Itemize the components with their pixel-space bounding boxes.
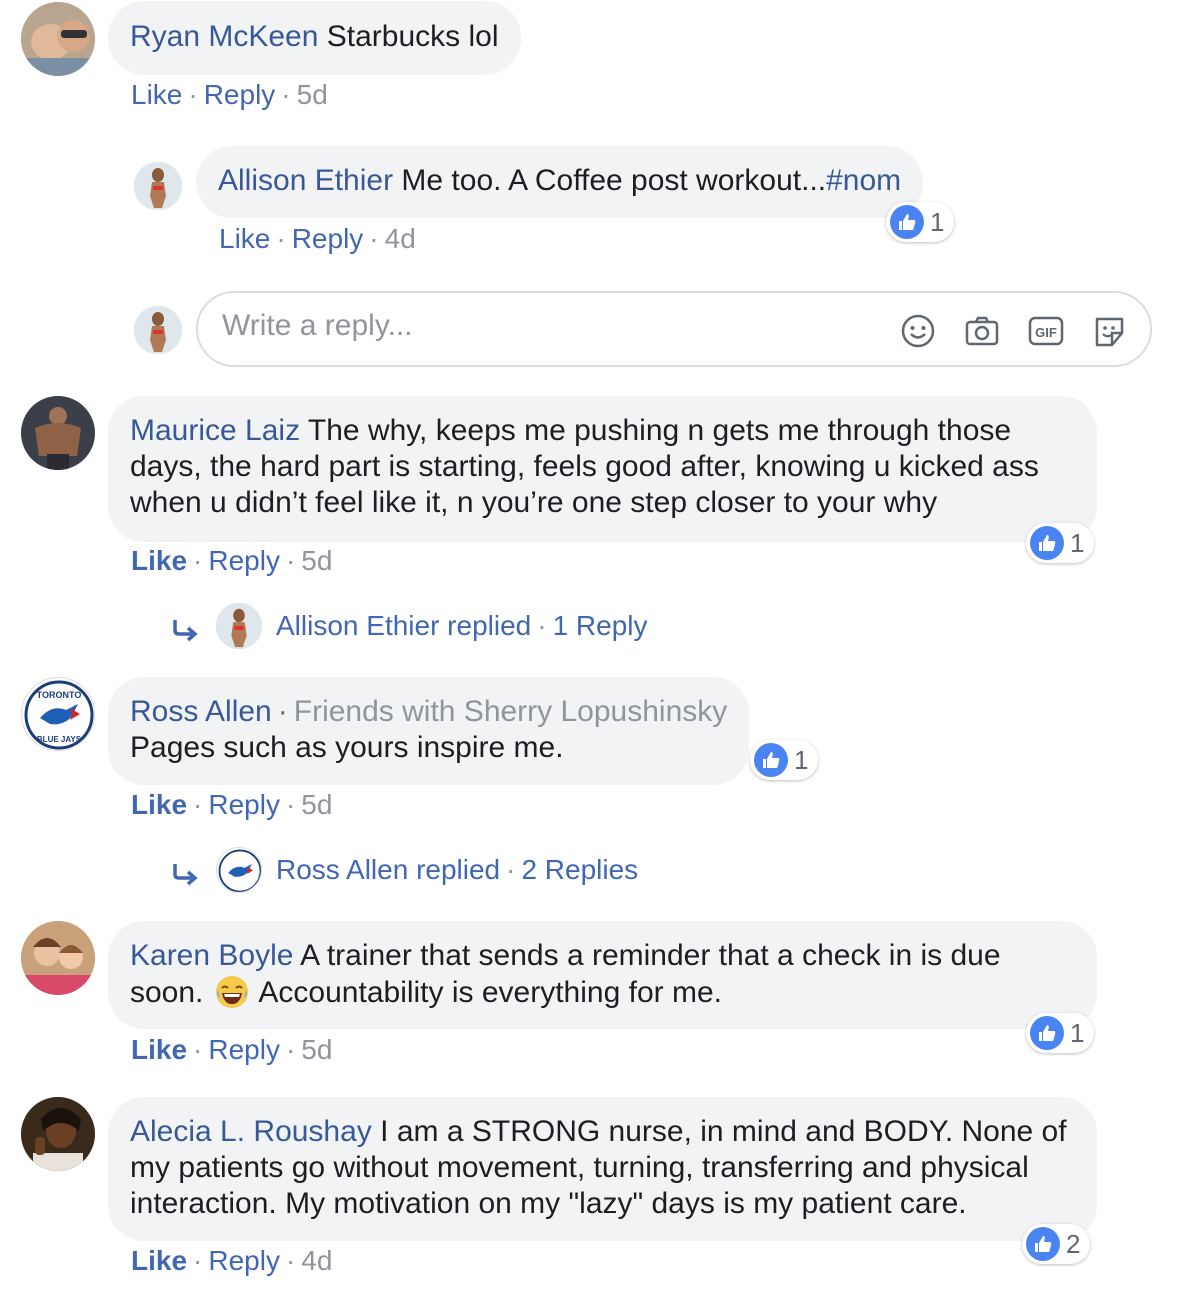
friends-with[interactable]: Friends with Sherry Lopushinsky [294,695,728,728]
thumbs-up-icon [754,743,788,777]
svg-text:BLUE JAYS: BLUE JAYS [37,735,82,744]
reaction-count[interactable]: 1 [886,202,955,242]
hashtag-link[interactable]: #nom [826,164,901,197]
comment-text-line: my patients go without movement, turning… [130,1151,1029,1184]
avatar-maurice-laiz[interactable] [21,396,95,470]
reply-link[interactable]: Reply [204,79,276,110]
reaction-number: 1 [794,744,809,775]
like-link[interactable]: Like [131,1245,187,1276]
reply-link[interactable]: Reply [208,1034,280,1065]
camera-icon[interactable] [964,313,1000,349]
reaction-number: 1 [1070,1017,1085,1048]
timestamp[interactable]: 4d [301,1245,332,1276]
reply-link[interactable]: Reply [208,1245,280,1276]
thread-count: 2 Replies [521,854,639,885]
gif-icon[interactable]: GIF [1028,313,1064,349]
reaction-number: 1 [930,206,945,237]
avatar-allison-ethier[interactable] [134,162,182,210]
thread-author: Ross Allen replied [276,854,501,885]
thumbs-up-icon [1026,1227,1060,1261]
comment-text: Me too. A Coffee post workout... [401,164,827,197]
comment-bubble: Karen Boyle A trainer that sends a remin… [108,921,1097,1029]
comment-text-line: soon. [130,976,204,1009]
view-replies-link[interactable]: Allison Ethier replied · 1 Reply [276,609,648,643]
reply-link[interactable]: Reply [208,789,280,820]
avatar-alecia-roushay[interactable] [21,1097,95,1171]
reaction-count[interactable]: 1 [1026,523,1095,563]
reply-input-box[interactable]: GIF [196,291,1152,367]
reaction-count[interactable]: 1 [750,740,819,780]
timestamp[interactable]: 5d [301,1034,332,1065]
thumbs-up-icon [890,205,924,239]
comment-actions: Like · Reply · 5d [131,1034,333,1065]
reply-arrow-icon [173,620,198,642]
comment-text-line: Accountability is everything for me. [258,976,722,1009]
comment-text-line: days, the hard part is starting, feels g… [130,450,1039,483]
comment-actions: Like · Reply · 4d [219,223,416,254]
avatar-current-user [134,306,182,354]
comment-text-line: interaction. My motivation on my "lazy" … [130,1187,967,1220]
reply-input[interactable] [222,309,822,343]
sticker-icon[interactable] [1092,313,1128,349]
commenter-name[interactable]: Ross Allen [130,695,272,728]
timestamp[interactable]: 5d [297,79,328,110]
timestamp[interactable]: 5d [301,789,332,820]
commenter-name[interactable]: Allison Ethier [218,164,393,197]
thread-author: Allison Ethier replied [276,610,532,641]
thread-count: 1 Reply [552,610,648,641]
svg-text:TORONTO: TORONTO [37,690,82,700]
comment-text-line: A trainer that sends a reminder that a c… [300,939,1001,972]
avatar-ross-allen[interactable] [216,847,262,893]
comment-text: Starbucks lol [326,20,499,53]
commenter-name[interactable]: Karen Boyle [130,939,293,972]
smiley-icon[interactable] [900,313,936,349]
commenter-name[interactable]: Ryan McKeen [130,20,318,53]
avatar-ryan-mckeen[interactable] [21,2,95,76]
avatar-karen-boyle[interactable] [21,921,95,995]
comment-actions: Like · Reply · 5d [131,789,333,820]
thumbs-up-icon [1030,1016,1064,1050]
reply-link[interactable]: Reply [292,223,364,254]
laughing-emoji-icon [215,976,248,1008]
comment-bubble: Ryan McKeen Starbucks lol [108,1,521,75]
reaction-number: 1 [1070,527,1085,558]
avatar-ross-allen[interactable]: TORONTO BLUE JAYS [21,677,95,751]
comment-actions: Like · Reply · 5d [131,79,328,110]
view-replies-link[interactable]: Ross Allen replied · 2 Replies [276,853,638,887]
comment-text-line: I am a STRONG nurse, in mind and BODY. N… [380,1115,1067,1148]
reaction-number: 2 [1066,1228,1081,1259]
thumbs-up-icon [1030,526,1064,560]
like-link[interactable]: Like [219,223,270,254]
timestamp[interactable]: 4d [385,223,416,254]
comment-bubble: Ross Allen · Friends with Sherry Lopushins… [108,677,750,785]
commenter-name[interactable]: Maurice Laiz [130,414,300,447]
comment-actions: Like · Reply · 4d [131,1245,333,1276]
svg-text:GIF: GIF [1035,325,1057,340]
reaction-count[interactable]: 2 [1022,1224,1091,1264]
comment-text-line: The why, keeps me pushing n gets me thro… [307,414,1012,447]
reply-link[interactable]: Reply [208,545,280,576]
comment-bubble: Maurice Laiz The why, keeps me pushing n… [108,396,1097,542]
avatar-allison-ethier[interactable] [216,603,262,649]
reaction-count[interactable]: 1 [1026,1013,1095,1053]
comment-text: Pages such as yours inspire me. [130,731,564,764]
like-link[interactable]: Like [131,79,182,110]
comment-text-line: when u didn’t feel like it, n you’re one… [130,486,938,519]
like-link[interactable]: Like [131,545,187,576]
comment-actions: Like · Reply · 5d [131,545,333,576]
like-link[interactable]: Like [131,1034,187,1065]
comment-bubble: Allison Ethier Me too. A Coffee post wor… [196,146,924,218]
commenter-name[interactable]: Alecia L. Roushay [130,1115,372,1148]
reply-arrow-icon [173,864,198,886]
comment-bubble: Alecia L. Roushay I am a STRONG nurse, i… [108,1097,1097,1241]
timestamp[interactable]: 5d [301,545,332,576]
like-link[interactable]: Like [131,789,187,820]
